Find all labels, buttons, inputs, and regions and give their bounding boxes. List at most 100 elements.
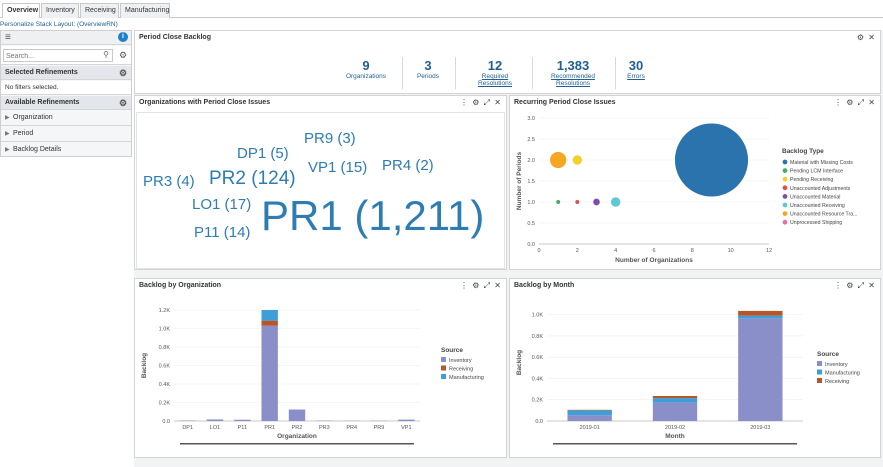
y-axis-title: Backlog [516, 350, 523, 375]
gear-icon[interactable]: ⚙ [846, 98, 854, 107]
refinement-period[interactable]: ▶ Period [1, 127, 131, 142]
cloud-word[interactable]: PR4 (2) [382, 157, 434, 174]
metric-value[interactable]: 30 [621, 58, 651, 73]
gear-icon[interactable]: ⚙ [119, 50, 127, 61]
x-tick-label: PR1 [264, 425, 275, 431]
kebab-icon[interactable]: ⋮ [460, 281, 469, 290]
expand-icon[interactable]: ⤢ [484, 98, 491, 107]
y-tick-label: 0.4K [532, 376, 544, 382]
y-tick-label: 1.0K [159, 327, 171, 333]
metric-value[interactable]: 12 [470, 58, 520, 73]
x-tick-label: 2019-02 [665, 425, 685, 431]
panel-title: Backlog by Organization [139, 282, 222, 289]
cloud-word[interactable]: DP1 (5) [237, 145, 289, 162]
expand-icon[interactable]: ⤢ [858, 98, 865, 107]
available-refinements-label: Available Refinements [5, 99, 80, 106]
close-icon[interactable]: ✕ [494, 281, 502, 290]
legend-item: Unprocessed Shipping [790, 220, 842, 226]
metric-value: 3 [424, 58, 432, 73]
refinement-organization[interactable]: ▶ Organization [1, 111, 131, 126]
organizations-cloud-panel: Organizations with Period Close Issues ⋮… [134, 95, 507, 270]
bubble-point [575, 200, 580, 204]
kebab-icon[interactable]: ⋮ [834, 281, 843, 290]
divider [532, 57, 533, 89]
legend-item: Manufacturing [825, 371, 860, 377]
search-input[interactable] [6, 51, 98, 61]
metric-errors[interactable]: 30 Errors [621, 58, 651, 80]
tab-overview[interactable]: Overview [2, 3, 40, 18]
y-tick-label: 2.0 [527, 158, 535, 164]
cloud-word[interactable]: P11 (14) [194, 224, 250, 241]
panel-title: Period Close Backlog [139, 34, 211, 41]
legend-item: Receiving [825, 379, 849, 385]
metric-value[interactable]: 1,383 [543, 58, 603, 73]
x-tick-label: PR4 [346, 425, 357, 431]
gear-icon[interactable]: ⚙ [857, 33, 865, 42]
close-icon[interactable]: ✕ [868, 98, 876, 107]
gear-icon[interactable]: ⚙ [472, 281, 480, 290]
month-bar-chart: 0.0 0.2K 0.4K 0.6K 0.8K 1.0K 2019-01 2019-02 201… [516, 310, 860, 445]
legend-item: Unaccounted Receiving [790, 203, 845, 209]
expand-icon[interactable]: ⤢ [484, 281, 491, 290]
x-tick-label: 12 [766, 248, 772, 254]
legend-title: Source [817, 351, 839, 358]
metric-label-link[interactable]: Required Resolutions [470, 73, 520, 87]
metric-label-link[interactable]: Recommended Resolutions [543, 73, 603, 87]
y-tick-label: 1.2K [159, 308, 171, 314]
cloud-word[interactable]: PR3 (4) [143, 173, 195, 190]
bar-segment [261, 310, 278, 321]
gear-icon[interactable]: ⚙ [119, 98, 127, 109]
close-icon[interactable]: ✕ [868, 33, 876, 42]
x-tick-label: DP1 [182, 425, 193, 431]
close-icon[interactable]: ✕ [868, 281, 876, 290]
gear-icon[interactable]: ⚙ [119, 68, 127, 79]
bar-segment [738, 310, 783, 316]
bubble-point [610, 197, 621, 207]
panel-header: Period Close Backlog [135, 31, 880, 45]
y-axis-title: Number of Periods [516, 152, 523, 211]
period-close-backlog-panel: Period Close Backlog ⚙ ✕ 9 Organizations… [134, 30, 881, 94]
legend-swatch [782, 211, 788, 216]
triangle-right-icon: ▶ [5, 115, 10, 121]
kebab-icon[interactable]: ⋮ [460, 98, 469, 107]
metric-required-resolutions[interactable]: 12 Required Resolutions [470, 58, 520, 87]
menu-icon[interactable]: ≡ [5, 32, 11, 43]
cloud-word[interactable]: PR2 (124) [209, 168, 296, 190]
legend-item: Inventory [825, 362, 848, 368]
search-icon[interactable]: ⚲ [103, 50, 109, 59]
close-icon[interactable]: ✕ [494, 98, 502, 107]
metric-recommended-resolutions[interactable]: 1,383 Recommended Resolutions [543, 58, 603, 87]
panel-controls: ⋮ ⚙ ⤢ ✕ [460, 98, 502, 108]
cloud-word[interactable]: LO1 (17) [192, 196, 251, 213]
cloud-word[interactable]: PR1 (1,211) [261, 192, 484, 240]
metric-label: Periods [416, 73, 440, 80]
metric-label-link[interactable]: Errors [621, 73, 651, 80]
refinement-backlog-details[interactable]: ▶ Backlog Details [1, 143, 131, 157]
info-icon[interactable]: i [118, 32, 128, 42]
y-tick-label: 0.0 [527, 242, 535, 248]
cloud-word[interactable]: VP1 (15) [308, 159, 367, 176]
no-filters-text: No filters selected. [5, 84, 59, 91]
bar-segment [652, 396, 698, 399]
legend-title: Source [441, 347, 463, 354]
cloud-word[interactable]: PR9 (3) [304, 130, 356, 147]
kebab-icon[interactable]: ⋮ [834, 98, 843, 107]
metric-value: 9 [362, 58, 370, 73]
expand-icon[interactable]: ⤢ [858, 281, 865, 290]
legend-item: Unaccounted Adjustments [790, 186, 851, 192]
x-tick-label: 0 [537, 248, 540, 254]
bubble-chart: 0.0 0.5 1.0 1.5 2.0 2.5 3.0 0 2 4 6 8 10 12 Number of … [516, 116, 857, 264]
gear-icon[interactable]: ⚙ [472, 98, 480, 107]
tab-receiving[interactable]: Receiving [80, 3, 119, 18]
panel-header: Backlog by Month [510, 279, 880, 293]
legend-item: Manufacturing [449, 375, 484, 381]
personalize-link[interactable]: Personalize Stack Layout: (OverviewRN) [0, 21, 118, 28]
tab-inventory[interactable]: Inventory [41, 3, 79, 18]
panel-toolbar: ≡ i [1, 31, 131, 45]
org-bar-chart: 0.0 0.2K 0.4K 0.6K 0.8K 1.0K 1.2K DP1 LO1 P11 PR1 P… [141, 308, 484, 445]
x-tick-label: 6 [652, 248, 655, 254]
gear-icon[interactable]: ⚙ [846, 281, 854, 290]
bar-segment [738, 315, 783, 319]
bubble-point [593, 198, 600, 206]
tab-manufacturing[interactable]: Manufacturing [120, 3, 170, 18]
